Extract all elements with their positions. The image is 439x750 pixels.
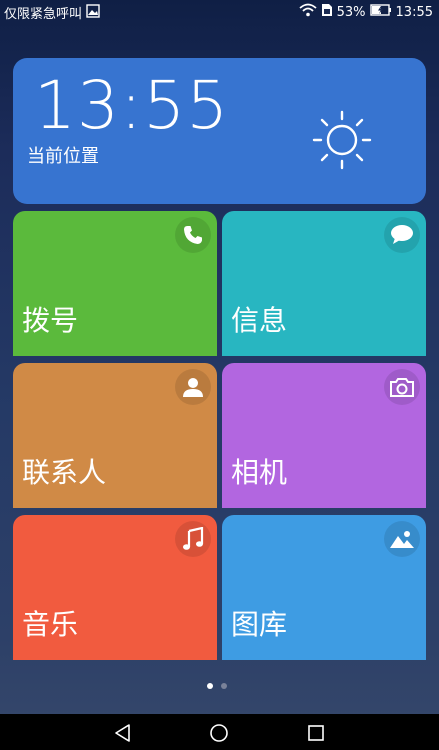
- clock-weather-widget[interactable]: 13:55 当前位置: [13, 58, 426, 204]
- battery-percent: 53%: [336, 4, 366, 20]
- tile-label: 联系人: [22, 456, 107, 489]
- sim-icon: [321, 3, 333, 21]
- tile-camera[interactable]: 相机: [222, 363, 426, 508]
- home-icon[interactable]: [209, 723, 229, 743]
- tile-label: 音乐: [22, 608, 79, 641]
- recents-icon[interactable]: [306, 723, 326, 743]
- tile-label: 拨号: [22, 304, 79, 337]
- tile-messages[interactable]: 信息: [222, 211, 426, 356]
- battery-charging-icon: [369, 4, 392, 20]
- carrier-text: 仅限紧急呼叫: [4, 7, 83, 22]
- status-left: 仅限紧急呼叫: [4, 3, 100, 22]
- sun-icon: [312, 110, 372, 170]
- current-location-label: 当前位置: [27, 146, 99, 167]
- image-notification-icon: [86, 3, 100, 22]
- tile-music[interactable]: 音乐: [13, 515, 217, 660]
- clock-time: 13:55: [34, 67, 230, 144]
- tile-dialer[interactable]: 拨号: [13, 211, 217, 356]
- tile-label: 信息: [231, 304, 288, 337]
- navigation-bar: [0, 714, 439, 750]
- wifi-icon: [299, 3, 317, 21]
- tile-contacts[interactable]: 联系人: [13, 363, 217, 508]
- status-time: 13:55: [395, 4, 433, 20]
- message-icon: [384, 217, 420, 253]
- contact-icon: [175, 369, 211, 405]
- music-icon: [175, 521, 211, 557]
- phone-icon: [175, 217, 211, 253]
- page-dot-active[interactable]: [207, 683, 213, 689]
- page-indicator: [207, 683, 227, 689]
- status-right: 53% 13:55: [299, 3, 433, 21]
- tile-gallery[interactable]: 图库: [222, 515, 426, 660]
- camera-icon: [384, 369, 420, 405]
- back-icon[interactable]: [113, 723, 133, 743]
- tile-label: 相机: [231, 456, 288, 489]
- status-bar: 仅限紧急呼叫 53% 13:55: [0, 0, 439, 22]
- page-dot[interactable]: [221, 683, 227, 689]
- gallery-icon: [384, 521, 420, 557]
- tile-label: 图库: [231, 608, 288, 641]
